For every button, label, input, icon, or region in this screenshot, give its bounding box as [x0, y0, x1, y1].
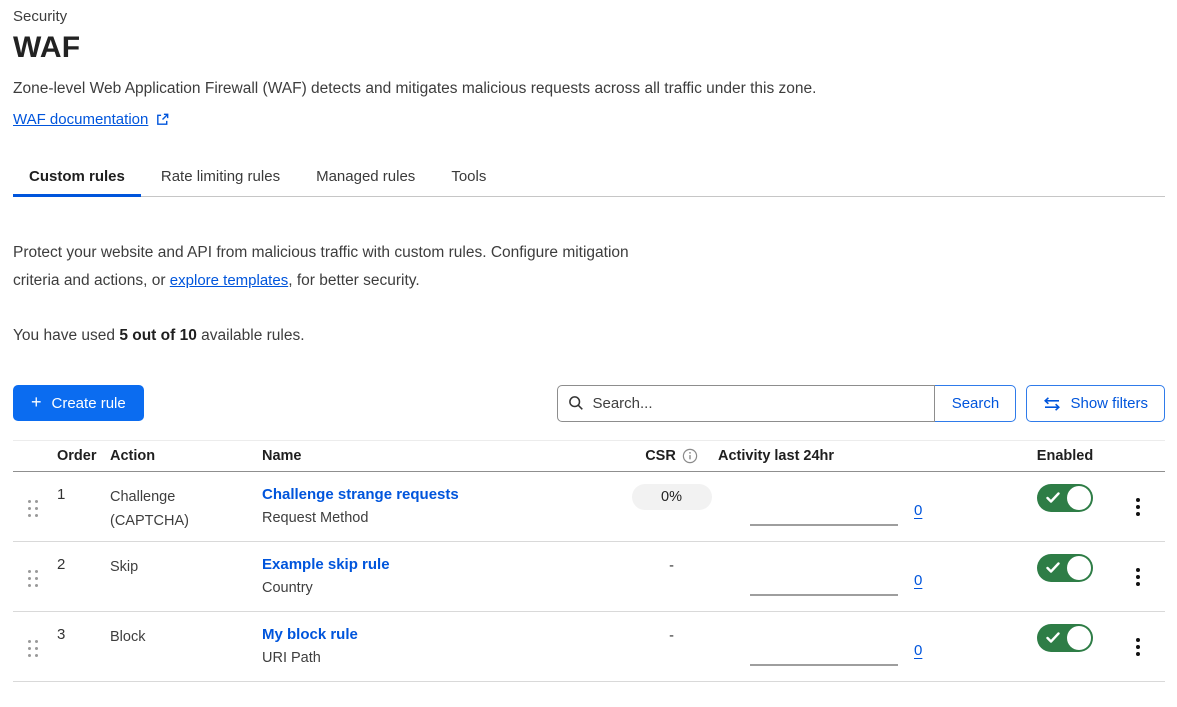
- rules-toolbar: + Create rule Search: [13, 385, 1165, 422]
- activity-count-link[interactable]: 0: [914, 502, 922, 519]
- csr-cell: 0%: [625, 472, 718, 541]
- header-enabled: Enabled: [1020, 448, 1110, 464]
- search-button[interactable]: Search: [934, 385, 1016, 422]
- activity-cell: 0: [718, 542, 1020, 611]
- external-link-icon: [155, 112, 170, 127]
- activity-sparkline: [750, 664, 898, 666]
- rule-order: 2: [57, 542, 110, 611]
- swap-arrows-icon: [1043, 397, 1061, 411]
- tab-custom-rules[interactable]: Custom rules: [13, 159, 141, 197]
- rule-order: 1: [57, 472, 110, 541]
- rule-field: URI Path: [262, 650, 625, 666]
- activity-cell: 0: [718, 612, 1020, 681]
- custom-rules-table: Order Action Name CSR Activity last 24hr…: [13, 440, 1165, 682]
- enabled-toggle[interactable]: [1037, 554, 1093, 582]
- search-wrap: [557, 385, 935, 422]
- activity-sparkline: [750, 594, 898, 596]
- rule-name-cell: Challenge strange requests Request Metho…: [262, 472, 625, 541]
- breadcrumb-security: Security: [13, 8, 1165, 25]
- activity-cell: 0: [718, 472, 1020, 541]
- explore-templates-link[interactable]: explore templates: [170, 272, 288, 289]
- waf-documentation-link[interactable]: WAF documentation: [13, 111, 170, 128]
- tab-rate-limiting-rules[interactable]: Rate limiting rules: [145, 159, 296, 197]
- search-input[interactable]: [557, 385, 935, 422]
- rules-usage-count: 5 out of 10: [119, 327, 197, 344]
- page-title: WAF: [13, 31, 1165, 65]
- drag-handle-icon[interactable]: [28, 570, 38, 587]
- enabled-toggle[interactable]: [1037, 624, 1093, 652]
- csr-cell: -: [625, 612, 718, 681]
- waf-page: Security WAF Zone-level Web Application …: [0, 0, 1177, 682]
- enabled-toggle[interactable]: [1037, 484, 1093, 512]
- rule-action: Challenge (CAPTCHA): [110, 472, 262, 541]
- search-group: Search Show filters: [557, 385, 1165, 422]
- waf-tabbar: Custom rules Rate limiting rules Managed…: [13, 159, 1165, 197]
- intro-line-1: Protect your website and API from malici…: [13, 239, 1165, 267]
- rule-name-link[interactable]: My block rule: [262, 624, 358, 643]
- rule-name-cell: My block rule URI Path: [262, 612, 625, 681]
- row-menu-button[interactable]: [1128, 568, 1148, 586]
- custom-rules-intro: Protect your website and API from malici…: [13, 239, 1165, 295]
- rule-field: Country: [262, 580, 625, 596]
- toggle-knob: [1067, 486, 1091, 510]
- drag-handle-icon[interactable]: [28, 500, 38, 517]
- toggle-knob: [1067, 556, 1091, 580]
- csr-value: -: [669, 558, 674, 611]
- activity-count-link[interactable]: 0: [914, 572, 922, 589]
- waf-documentation-label: WAF documentation: [13, 111, 148, 128]
- rule-action: Block: [110, 612, 262, 681]
- show-filters-button[interactable]: Show filters: [1026, 385, 1165, 422]
- create-rule-button[interactable]: + Create rule: [13, 385, 144, 421]
- csr-value: -: [669, 628, 674, 681]
- intro-line-2: criteria and actions, or explore templat…: [13, 267, 1165, 295]
- table-row: 2 Skip Example skip rule Country - 0: [13, 542, 1165, 612]
- header-order: Order: [57, 448, 110, 464]
- search-icon: [568, 395, 584, 416]
- activity-sparkline: [750, 524, 898, 526]
- plus-icon: +: [31, 392, 42, 413]
- enabled-cell: [1020, 542, 1110, 611]
- rule-name-link[interactable]: Challenge strange requests: [262, 484, 459, 503]
- rule-name-link[interactable]: Example skip rule: [262, 554, 390, 573]
- table-header-row: Order Action Name CSR Activity last 24hr…: [13, 440, 1165, 472]
- enabled-cell: [1020, 612, 1110, 681]
- toggle-knob: [1067, 626, 1091, 650]
- row-menu-button[interactable]: [1128, 638, 1148, 656]
- show-filters-label: Show filters: [1070, 395, 1148, 412]
- info-icon[interactable]: [682, 448, 698, 464]
- drag-handle-icon[interactable]: [28, 640, 38, 657]
- csr-badge: 0%: [632, 484, 712, 510]
- enabled-cell: [1020, 472, 1110, 541]
- doc-link-row: WAF documentation: [13, 111, 1165, 129]
- activity-count-link[interactable]: 0: [914, 642, 922, 659]
- create-rule-label: Create rule: [52, 395, 126, 412]
- rules-usage-text: You have used 5 out of 10 available rule…: [13, 327, 1165, 345]
- table-row: 3 Block My block rule URI Path - 0: [13, 612, 1165, 682]
- rule-field: Request Method: [262, 510, 625, 526]
- csr-cell: -: [625, 542, 718, 611]
- table-row: 1 Challenge (CAPTCHA) Challenge strange …: [13, 472, 1165, 542]
- tab-tools[interactable]: Tools: [435, 159, 502, 197]
- page-description: Zone-level Web Application Firewall (WAF…: [13, 80, 1165, 98]
- tab-managed-rules[interactable]: Managed rules: [300, 159, 431, 197]
- rule-action: Skip: [110, 542, 262, 611]
- header-activity: Activity last 24hr: [718, 448, 1020, 464]
- header-name: Name: [262, 448, 625, 464]
- header-action: Action: [110, 448, 262, 464]
- rule-name-cell: Example skip rule Country: [262, 542, 625, 611]
- row-menu-button[interactable]: [1128, 498, 1148, 516]
- header-csr: CSR: [625, 448, 718, 464]
- rule-order: 3: [57, 612, 110, 681]
